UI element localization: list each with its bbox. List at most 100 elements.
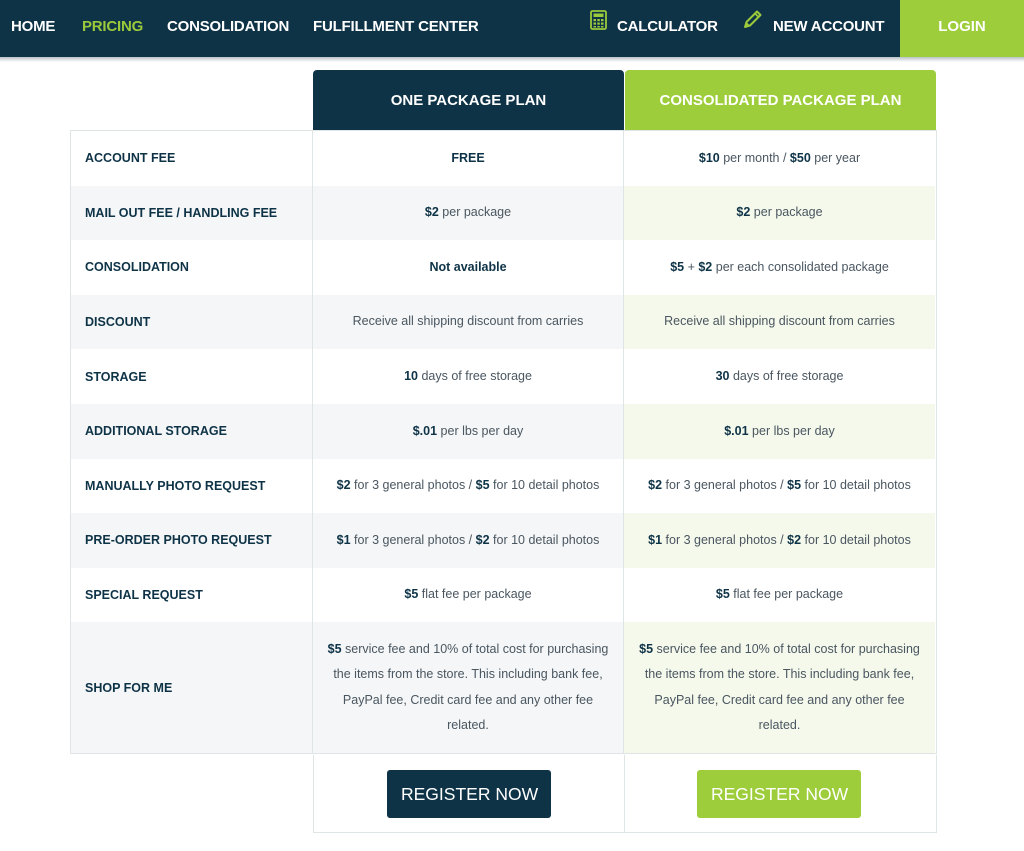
cell-value-bold: $5 [475, 478, 490, 493]
nav-fulfillment-center[interactable]: FULFILLMENT CENTER [313, 0, 479, 57]
cell-value-text: service fee and 10% of total cost for pu… [644, 641, 920, 733]
table-row: ACCOUNT FEE FREE $10 per month / $50 per y… [71, 131, 936, 186]
nav-calculator[interactable]: CALCULATOR [590, 0, 718, 57]
cell-text: $2 per package [736, 200, 822, 226]
register-now-button-one-package[interactable]: REGISTER NOW [387, 770, 551, 818]
nav-calculator-label: CALCULATOR [617, 18, 718, 35]
cell-text: $5 flat fee per package [404, 582, 531, 608]
cell-value-text: for 3 general photos / [662, 478, 788, 493]
cell-value-bold: $10 [698, 150, 720, 165]
cell-value-text: for 10 detail photos [801, 478, 911, 493]
cell-value-text: per package [750, 205, 823, 220]
nav-pricing[interactable]: PRICING [82, 0, 143, 57]
cell-consolidated: $.01 per lbs per day [624, 403, 935, 459]
cell-value-bold: $.01 [412, 423, 438, 438]
cell-text: $2 per package [425, 200, 511, 226]
table-row: SPECIAL REQUEST $5 flat fee per package $5… [71, 567, 936, 623]
cell-text: $5 service fee and 10% of total cost for… [638, 637, 921, 739]
row-label: SPECIAL REQUEST [71, 567, 313, 623]
cell-text: Not available [429, 255, 506, 281]
cell-text: FREE [451, 146, 484, 172]
cell-value-bold: $5 [404, 587, 419, 602]
table-row: MAIL OUT FEE / HANDLING FEE $2 per packag… [71, 185, 936, 241]
cell-value-bold: $1 [336, 532, 351, 547]
table-row: PRE-ORDER PHOTO REQUEST $1 for 3 general … [71, 513, 936, 568]
cell-text: $10 per month / $50 per year [699, 146, 860, 172]
login-button[interactable]: LOGIN [900, 0, 1024, 57]
cell-consolidated: $2 per package [624, 185, 935, 241]
cell-one-package: $2 for 3 general photos / $5 for 10 deta… [313, 458, 624, 514]
cell-one-package: FREE [313, 131, 624, 186]
cell-consolidated: $10 per month / $50 per year [624, 131, 935, 186]
table-row: CONSOLIDATION Not available $5 + $2 per ea… [71, 240, 936, 295]
cell-value-bold: $2 [424, 205, 439, 220]
pencil-icon [742, 0, 763, 52]
cell-consolidated: Receive all shipping discount from carri… [624, 294, 935, 350]
cell-one-package: $2 per package [313, 185, 624, 241]
plan-header-one-package: ONE PACKAGE PLAN [313, 70, 624, 131]
row-label: MAIL OUT FEE / HANDLING FEE [71, 185, 313, 241]
table-row: SHOP FOR ME $5 service fee and 10% of tot… [71, 622, 936, 754]
cell-one-package: Receive all shipping discount from carri… [313, 294, 624, 350]
cell-consolidated: $5 service fee and 10% of total cost for… [624, 622, 935, 754]
cell-value-bold: $2 [787, 532, 802, 547]
cell-one-package: $5 flat fee per package [313, 567, 624, 623]
cell-text: Receive all shipping discount from carri… [353, 309, 584, 335]
row-label: CONSOLIDATION [71, 240, 313, 295]
cell-value-text: per year [810, 150, 861, 165]
cell-text: Receive all shipping discount from carri… [664, 309, 895, 335]
cell-value-bold: FREE [451, 150, 485, 165]
cell-text: $5 + $2 per each consolidated package [670, 255, 889, 281]
nav-shadow [0, 57, 1024, 62]
table-row: STORAGE 10 days of free storage 30 days of… [71, 349, 936, 404]
cell-value-text: service fee and 10% of total cost for pu… [333, 641, 609, 733]
cell-value-text: Receive all shipping discount from carri… [664, 314, 895, 329]
cell-value-bold: $5 [670, 259, 685, 274]
cell-value-bold: $5 [787, 478, 802, 493]
cell-one-package: $5 service fee and 10% of total cost for… [313, 622, 624, 754]
cell-value-bold: $2 [736, 205, 751, 220]
cell-value-bold: $2 [336, 478, 351, 493]
cell-value-text: for 10 detail photos [489, 478, 600, 493]
cell-value-text: Receive all shipping discount from carri… [352, 314, 584, 329]
cell-value-bold: Not available [429, 259, 507, 274]
cell-value-text: + [684, 259, 699, 274]
pricing-table: ACCOUNT FEE FREE $10 per month / $50 per y… [70, 130, 937, 755]
cell-value-bold: $2 [698, 259, 713, 274]
cell-consolidated: $1 for 3 general photos / $2 for 10 deta… [624, 513, 935, 568]
cell-text: $.01 per lbs per day [724, 419, 835, 445]
cell-value-text: days of free storage [729, 368, 844, 383]
cell-one-package: 10 days of free storage [313, 349, 624, 404]
cell-text: $2 for 3 general photos / $5 for 10 deta… [648, 473, 911, 499]
cell-value-bold: $1 [648, 532, 663, 547]
cell-value-bold: $5 [715, 587, 730, 602]
cell-consolidated: $5 flat fee per package [624, 568, 935, 623]
cell-text: $5 flat fee per package [716, 582, 843, 608]
cell-value-text: for 3 general photos / [350, 478, 476, 493]
cell-value-text: per package [438, 205, 512, 220]
cell-value-text: for 10 detail photos [489, 532, 600, 547]
cell-value-text: for 10 detail photos [801, 532, 911, 547]
row-label: STORAGE [71, 349, 313, 404]
cell-text: $.01 per lbs per day [413, 419, 524, 445]
nav-new-account[interactable]: NEW ACCOUNT [742, 0, 885, 57]
row-label: DISCOUNT [71, 294, 313, 350]
cell-text: $5 service fee and 10% of total cost for… [327, 637, 609, 739]
nav-consolidation[interactable]: CONSOLIDATION [167, 0, 289, 57]
cell-text: $1 for 3 general photos / $2 for 10 deta… [337, 528, 600, 554]
cell-value-text: flat fee per package [729, 587, 844, 602]
cell-value-bold: 30 [715, 368, 730, 383]
cell-value-bold: 10 [404, 368, 418, 383]
cell-value-text: flat fee per package [418, 587, 532, 602]
cell-value-text: per month / [719, 150, 790, 165]
cell-value-text: for 3 general photos / [350, 532, 476, 547]
nav-home[interactable]: HOME [11, 0, 55, 57]
plan-header-consolidated: CONSOLIDATED PACKAGE PLAN [625, 70, 936, 131]
cell-text: 10 days of free storage [404, 364, 532, 390]
register-now-button-consolidated[interactable]: REGISTER NOW [697, 770, 861, 818]
cell-value-bold: $.01 [724, 423, 749, 438]
top-nav: HOME PRICING CONSOLIDATION FULFILLMENT C… [0, 0, 1024, 57]
cell-text: $2 for 3 general photos / $5 for 10 deta… [337, 473, 600, 499]
row-label: ACCOUNT FEE [71, 131, 313, 186]
cell-value-text: per lbs per day [437, 423, 524, 438]
